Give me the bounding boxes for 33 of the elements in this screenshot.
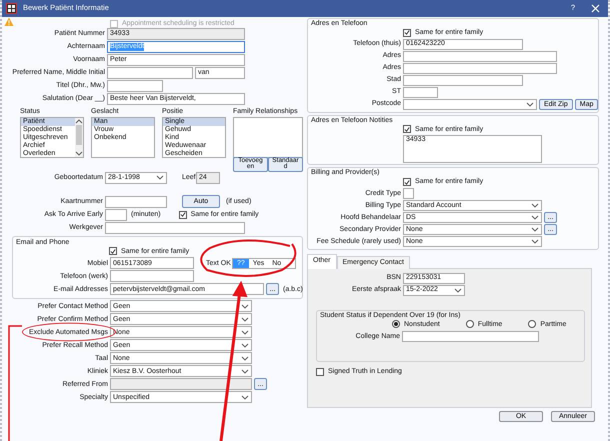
caret-icon[interactable] <box>241 394 249 401</box>
input-field[interactable] <box>403 74 523 86</box>
checkbox[interactable] <box>403 28 411 37</box>
input-field[interactable] <box>107 80 163 92</box>
close-icon[interactable] <box>591 4 600 13</box>
input-field[interactable] <box>403 50 557 62</box>
list-box[interactable] <box>233 116 303 158</box>
radio-button[interactable] <box>466 320 474 328</box>
scrollbar-thumb[interactable] <box>76 124 82 145</box>
input-field[interactable] <box>105 222 245 234</box>
checkbox[interactable] <box>403 125 411 134</box>
checkbox[interactable] <box>316 368 324 376</box>
caret-icon[interactable] <box>156 174 164 182</box>
warning-icon <box>4 17 14 27</box>
checkbox[interactable] <box>178 210 187 219</box>
caret-icon[interactable] <box>526 100 534 108</box>
input-field[interactable] <box>402 331 539 342</box>
scroll-down-icon[interactable] <box>75 150 83 157</box>
app-icon <box>6 3 17 14</box>
input-field[interactable] <box>107 67 193 79</box>
radio-button[interactable] <box>528 320 536 328</box>
input-field[interactable] <box>105 208 127 221</box>
radio-button[interactable] <box>392 320 400 328</box>
input-field[interactable] <box>110 270 194 282</box>
scroll-up-icon[interactable] <box>75 118 83 125</box>
input-field[interactable] <box>403 62 557 74</box>
input-field[interactable] <box>105 196 167 208</box>
checkbox[interactable] <box>403 178 411 186</box>
caret-icon[interactable] <box>454 286 462 294</box>
checkbox[interactable] <box>109 247 117 256</box>
input-field[interactable] <box>110 378 252 390</box>
input-field[interactable] <box>403 86 438 98</box>
input-field[interactable] <box>403 188 414 200</box>
